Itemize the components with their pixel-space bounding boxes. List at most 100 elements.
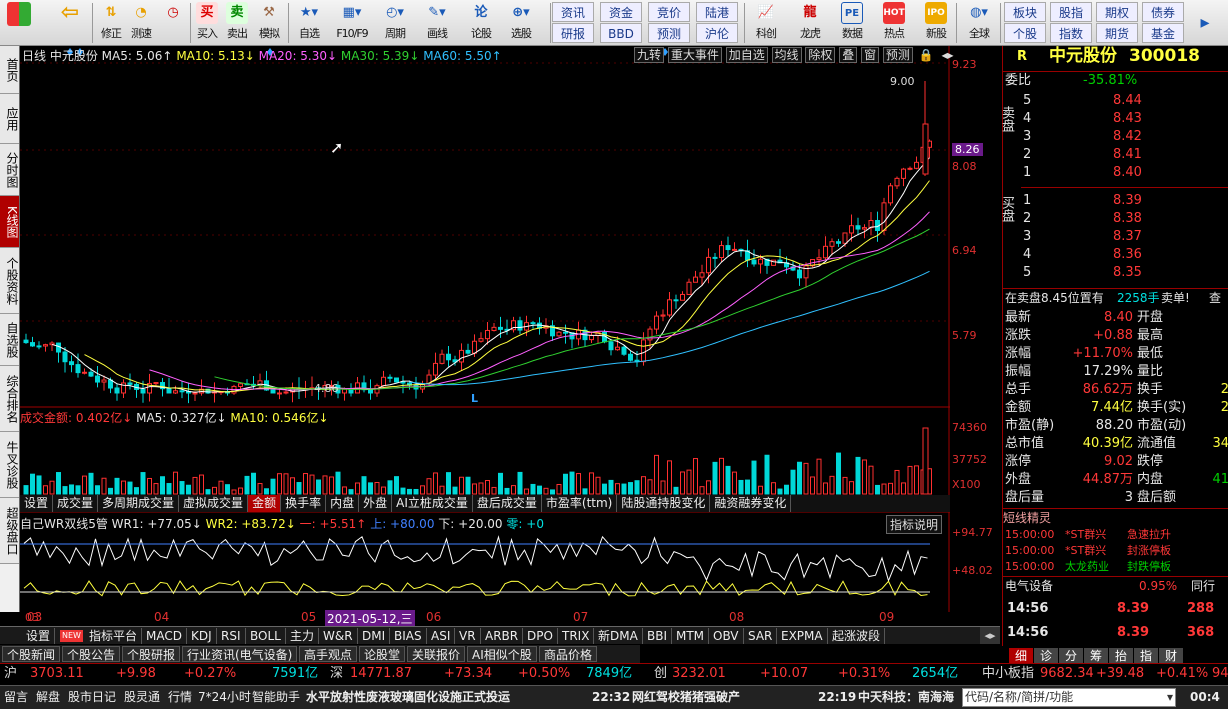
- info-tab[interactable]: AI相似个股: [467, 646, 537, 662]
- indicator-tab[interactable]: 起涨波段: [828, 628, 886, 644]
- indicator-tab[interactable]: ARBR: [481, 628, 524, 644]
- quote-tab-0[interactable]: 细: [1009, 648, 1033, 664]
- ask-row[interactable]: 4 8.43: [1021, 110, 1228, 128]
- bid-row[interactable]: 5 8.35: [1021, 264, 1228, 282]
- period-button[interactable]: ◴▾ 周期: [380, 2, 410, 44]
- menu-lugang[interactable]: 陆港: [696, 2, 738, 22]
- info-tab[interactable]: 个股研报: [122, 646, 181, 662]
- tab-jiuzhuan[interactable]: 九转: [634, 47, 665, 63]
- volume-tab[interactable]: 成交量: [53, 495, 99, 512]
- info-tab[interactable]: 个股公告: [62, 646, 121, 662]
- info-tab[interactable]: 个股新闻: [2, 646, 61, 662]
- quote-tab-6[interactable]: 财: [1159, 648, 1183, 664]
- volume-tab[interactable]: 金额: [248, 495, 282, 512]
- indicator-tab[interactable]: DPO: [523, 628, 558, 644]
- indicator-tab[interactable]: SAR: [744, 628, 778, 644]
- ask-row[interactable]: 1 8.40: [1021, 164, 1228, 182]
- indicator-tab[interactable]: W&R: [319, 628, 358, 644]
- info-tab[interactable]: 论股堂: [359, 646, 406, 662]
- indicator-tab[interactable]: VR: [455, 628, 481, 644]
- search-input[interactable]: 代码/名称/简拼/功能: [965, 689, 1073, 706]
- bid-row[interactable]: 3 8.37: [1021, 228, 1228, 246]
- indicator-tab[interactable]: 主力: [286, 628, 320, 644]
- volume-tab[interactable]: AI立桩成交量: [392, 495, 473, 512]
- kline-chart-area[interactable]: 日线 中元股份 MA5: 5.06↑ MA10: 5.13↓ MA20: 5.3…: [20, 46, 993, 627]
- speed-button[interactable]: ◔ 测速: [126, 2, 156, 44]
- select-stock-button[interactable]: ⊕▾ 选股: [506, 2, 536, 44]
- zx-value[interactable]: 9682.34: [1040, 664, 1094, 684]
- global-button[interactable]: ◍▾ 全球: [960, 2, 998, 44]
- indicator-help-button[interactable]: 指标说明: [886, 515, 943, 534]
- search-box[interactable]: 代码/名称/简拼/功能 ▾: [962, 688, 1176, 707]
- indicator-scroll-icon[interactable]: ◂▸: [980, 627, 1000, 644]
- tab-events[interactable]: 重大事件: [667, 47, 722, 63]
- menu-zhishu[interactable]: 指数: [1050, 23, 1092, 43]
- menu-zhaiquan[interactable]: 债券: [1142, 2, 1184, 22]
- volume-tab[interactable]: 多周期成交量: [98, 495, 180, 512]
- nav-diagnosis[interactable]: 牛叉诊股: [0, 432, 19, 498]
- sprite-row[interactable]: 15:00:00 太龙药业 封跌停板: [1003, 558, 1228, 576]
- sh-value[interactable]: 3703.11: [30, 664, 84, 684]
- lock-icon[interactable]: 🔒: [917, 48, 936, 62]
- menu-yanbao[interactable]: 研报: [552, 23, 594, 43]
- menu-guzhi[interactable]: 股指: [1050, 2, 1092, 22]
- indicator-tab[interactable]: MACD: [142, 628, 187, 644]
- tab-overlay[interactable]: 叠: [839, 47, 858, 63]
- menu-zijin[interactable]: 资金: [600, 2, 642, 22]
- windows-button[interactable]: [4, 2, 34, 44]
- clock-button[interactable]: ◷: [158, 2, 188, 44]
- indicator-tab[interactable]: KDJ: [187, 628, 217, 644]
- nav-super-panel[interactable]: 超级盘口: [0, 498, 19, 564]
- menu-qihuo[interactable]: 期货: [1096, 23, 1138, 43]
- menu-gegu[interactable]: 个股: [1004, 23, 1046, 43]
- indicator-tab[interactable]: ASI: [427, 628, 456, 644]
- nav-stock-info[interactable]: 个股资料: [0, 248, 19, 314]
- menu-bankuai[interactable]: 板块: [1004, 2, 1046, 22]
- cy-value[interactable]: 3232.01: [672, 664, 726, 684]
- back-button[interactable]: ⇦: [52, 2, 88, 44]
- data-button[interactable]: PE 数据: [834, 2, 870, 44]
- quote-tab-2[interactable]: 分: [1059, 648, 1083, 664]
- ask-row[interactable]: 2 8.41: [1021, 146, 1228, 164]
- status-diary[interactable]: 股市日记: [68, 686, 116, 708]
- quote-tab-1[interactable]: 诊: [1034, 648, 1058, 664]
- indicator-tab[interactable]: 新DMA: [594, 628, 643, 644]
- indicator-tab[interactable]: TRIX: [558, 628, 595, 644]
- indicator-tab[interactable]: RSI: [217, 628, 246, 644]
- tab-exright[interactable]: 除权: [805, 47, 836, 63]
- indicator-tab[interactable]: BBI: [643, 628, 673, 644]
- volume-tab[interactable]: 虚拟成交量: [179, 495, 249, 512]
- tab-add-favorite[interactable]: 加自选: [725, 47, 768, 63]
- sz-value[interactable]: 14771.87: [350, 664, 412, 684]
- search-dropdown-icon[interactable]: ▾: [1167, 689, 1173, 706]
- menu-jijin[interactable]: 基金: [1142, 23, 1184, 43]
- nav-apps[interactable]: 应用: [0, 94, 19, 144]
- bid-row[interactable]: 4 8.36: [1021, 246, 1228, 264]
- indicator-tab[interactable]: BOLL: [246, 628, 286, 644]
- info-tab[interactable]: 商品价格: [539, 646, 598, 662]
- status-message[interactable]: 留言: [4, 686, 28, 708]
- status-7x24[interactable]: 7*24小时: [198, 686, 251, 708]
- news-ticker-3[interactable]: 中天科技：南海海: [858, 686, 954, 708]
- indicator-tab[interactable]: BIAS: [390, 628, 427, 644]
- fix-button[interactable]: ⇅ 修正: [96, 2, 126, 44]
- status-assistant[interactable]: 智能助手: [252, 686, 300, 708]
- volume-tab[interactable]: 融资融券变化: [710, 495, 792, 512]
- f10-button[interactable]: ▦▾ F10/F9: [334, 2, 370, 44]
- favorites-button[interactable]: ★▾ 自选: [294, 2, 324, 44]
- nav-kline[interactable]: K线图: [0, 196, 19, 248]
- volume-tab[interactable]: 陆股通持股变化: [617, 495, 711, 512]
- ask-row[interactable]: 3 8.42: [1021, 128, 1228, 146]
- discuss-button[interactable]: 论论股: [466, 2, 496, 44]
- status-analysis[interactable]: 解盘: [36, 686, 60, 708]
- indicator-tab[interactable]: OBV: [709, 628, 744, 644]
- simulate-button[interactable]: ⚒ 模拟: [254, 2, 284, 44]
- menu-zixun[interactable]: 资讯: [552, 2, 594, 22]
- buy-button[interactable]: 买买入: [192, 2, 222, 44]
- info-tab[interactable]: 高手观点: [299, 646, 358, 662]
- volume-tab[interactable]: 设置: [20, 495, 54, 512]
- status-market[interactable]: 行情: [168, 686, 192, 708]
- menu-qiquan[interactable]: 期权: [1096, 2, 1138, 22]
- ipo-button[interactable]: IPO 新股: [918, 2, 954, 44]
- sell-button[interactable]: 卖卖出: [222, 2, 252, 44]
